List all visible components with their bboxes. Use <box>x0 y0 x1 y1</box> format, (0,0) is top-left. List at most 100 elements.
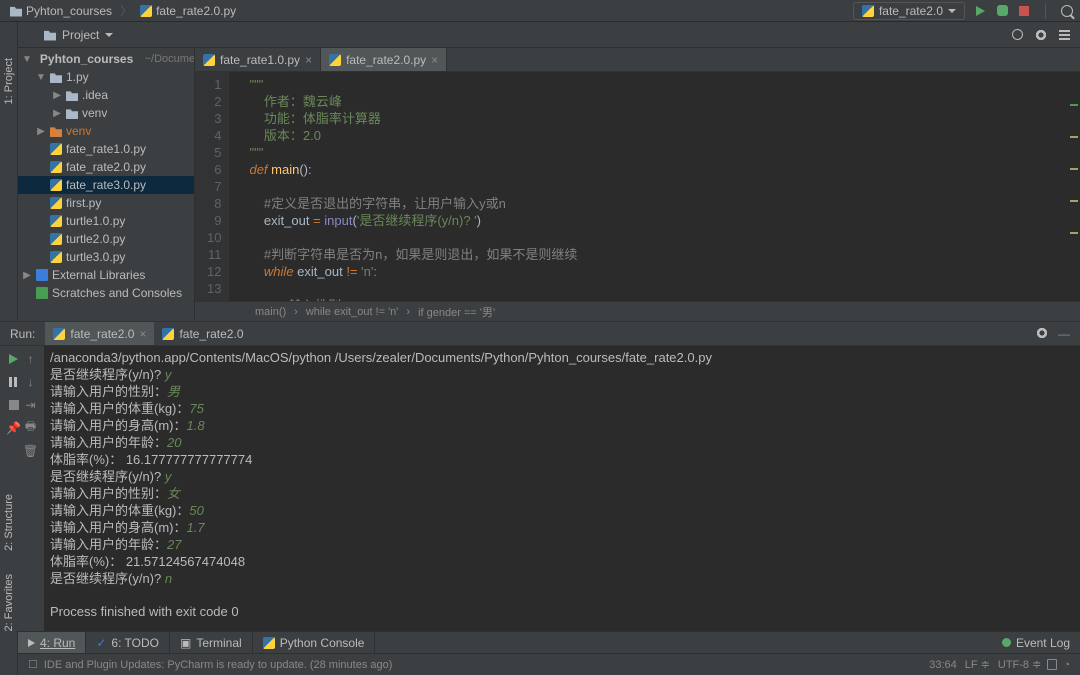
close-icon[interactable]: × <box>139 327 146 341</box>
run-tool-tab[interactable]: 4: Run <box>18 632 86 653</box>
tree-item[interactable]: turtle2.0.py <box>18 230 194 248</box>
run-panel-label: Run: <box>0 327 45 341</box>
status-message[interactable]: IDE and Plugin Updates: PyCharm is ready… <box>44 659 393 671</box>
run-config-selector[interactable]: fate_rate2.0 <box>853 2 965 20</box>
python-console-tool-tab[interactable]: Python Console <box>253 632 376 653</box>
run-button[interactable] <box>973 4 987 18</box>
down-button[interactable]: ↓ <box>24 375 37 388</box>
folder-icon <box>66 107 78 119</box>
tree-item[interactable]: fate_rate1.0.py <box>18 140 194 158</box>
python-icon <box>50 215 62 227</box>
python-icon <box>263 637 275 649</box>
scroll-from-source-icon[interactable] <box>1012 29 1023 40</box>
play-icon <box>28 639 35 647</box>
python-icon <box>50 143 62 155</box>
status-bar: ☐ IDE and Plugin Updates: PyCharm is rea… <box>18 653 1080 675</box>
gear-icon[interactable] <box>1035 29 1047 41</box>
tree-item[interactable]: turtle1.0.py <box>18 212 194 230</box>
tree-external-libs[interactable]: ▶External Libraries <box>18 266 194 284</box>
code-body[interactable]: """ 作者：魏云峰 功能：体脂率计算器 版本：2.0 """ def main… <box>229 72 1080 301</box>
editor-tabs: fate_rate1.0.py× fate_rate2.0.py× <box>195 48 1080 72</box>
project-tool-tab[interactable]: 1: Project <box>2 54 16 108</box>
wrap-button[interactable]: ⇥ <box>24 398 37 411</box>
chevron-down-icon <box>948 9 956 13</box>
tree-item[interactable]: ▼1.py <box>18 68 194 86</box>
pause-button[interactable] <box>7 375 20 388</box>
breadcrumb-project[interactable]: Pyhton_courses <box>6 4 116 18</box>
structure-tool-tab[interactable]: 2: Structure <box>2 490 16 555</box>
rerun-button[interactable] <box>7 352 20 365</box>
tree-item[interactable]: ▶venv <box>18 104 194 122</box>
project-view-dropdown[interactable]: Project <box>36 28 121 42</box>
line-separator[interactable]: LF ≑ <box>965 658 990 671</box>
tree-item[interactable]: fate_rate2.0.py <box>18 158 194 176</box>
python-icon <box>162 328 174 340</box>
python-icon <box>50 233 62 245</box>
folder-icon <box>50 125 62 137</box>
play-icon <box>976 6 985 16</box>
search-everywhere-button[interactable] <box>1060 4 1074 18</box>
tree-item[interactable]: ▶.idea <box>18 86 194 104</box>
gear-icon[interactable] <box>1036 327 1048 339</box>
collapse-all-icon[interactable] <box>1059 34 1070 36</box>
favorites-tool-tab[interactable]: 2: Favorites <box>2 570 16 635</box>
code-breadcrumb[interactable]: main()›while exit_out != 'n'›if gender =… <box>195 301 1080 321</box>
library-icon <box>36 269 48 281</box>
close-icon[interactable]: × <box>305 53 312 67</box>
event-log-button[interactable]: Event Log <box>992 636 1080 650</box>
print-button[interactable]: 🖶 <box>24 421 37 434</box>
trash-button[interactable]: 🗑 <box>24 444 37 457</box>
tree-item[interactable]: turtle3.0.py <box>18 248 194 266</box>
pin-button[interactable]: 📌 <box>7 421 20 434</box>
project-tree[interactable]: ▼Pyhton_courses ~/Documents/ ▼1.py ▶.ide… <box>18 48 195 321</box>
bug-icon <box>997 5 1008 16</box>
folder-icon <box>66 89 78 101</box>
stop-button[interactable] <box>7 398 20 411</box>
error-stripe <box>1070 96 1080 281</box>
lock-icon[interactable] <box>1047 659 1057 670</box>
file-encoding[interactable]: UTF-8 ≑ <box>998 658 1041 671</box>
tree-scratches[interactable]: Scratches and Consoles <box>18 284 194 302</box>
tree-item-selected[interactable]: fate_rate3.0.py <box>18 176 194 194</box>
notification-icon <box>1002 638 1011 647</box>
hide-icon[interactable]: — <box>1058 327 1070 341</box>
run-panel: Run: fate_rate2.0× fate_rate2.0 — 📌 ↑ ↓ … <box>0 321 1080 631</box>
debug-button[interactable] <box>995 4 1009 18</box>
python-icon <box>50 179 62 191</box>
tree-item[interactable]: ▶venv <box>18 122 194 140</box>
chevron-right-icon: 〉 <box>120 2 132 19</box>
editor-tab[interactable]: fate_rate1.0.py× <box>195 48 321 71</box>
python-icon <box>140 5 152 17</box>
left-bottom-gutter: 2: Structure 2: Favorites <box>0 631 18 675</box>
stop-button[interactable] <box>1017 4 1031 18</box>
left-gutter: 1: Project <box>0 48 18 321</box>
close-icon[interactable]: × <box>431 53 438 67</box>
todo-tool-tab[interactable]: ✓6: TODO <box>86 632 170 653</box>
python-icon <box>203 54 215 66</box>
run-tab[interactable]: fate_rate2.0 <box>154 322 251 345</box>
cursor-position[interactable]: 33:64 <box>929 659 957 671</box>
chevron-down-icon <box>105 33 113 37</box>
code-editor[interactable]: 12345678910111213141516 """ 作者：魏云峰 功能：体脂… <box>195 72 1080 301</box>
console-output[interactable]: /anaconda3/python.app/Contents/MacOS/pyt… <box>44 346 1080 631</box>
breadcrumb-file[interactable]: fate_rate2.0.py <box>136 4 240 18</box>
folder-icon <box>50 71 62 83</box>
python-icon <box>329 54 341 66</box>
run-tab-active[interactable]: fate_rate2.0× <box>45 322 154 345</box>
editor-tab-active[interactable]: fate_rate2.0.py× <box>321 48 447 71</box>
line-gutter: 12345678910111213141516 <box>195 72 229 301</box>
tree-item[interactable]: first.py <box>18 194 194 212</box>
tree-root[interactable]: ▼Pyhton_courses ~/Documents/ <box>18 50 194 68</box>
python-icon <box>50 251 62 263</box>
navigation-bar: Pyhton_courses 〉 fate_rate2.0.py fate_ra… <box>0 0 1080 22</box>
breadcrumb: Pyhton_courses 〉 fate_rate2.0.py <box>6 2 240 19</box>
inspector-icon[interactable]: ◔ <box>1063 659 1070 671</box>
search-icon <box>1061 5 1073 17</box>
python-icon <box>50 161 62 173</box>
folder-icon <box>10 5 22 17</box>
up-button[interactable]: ↑ <box>24 352 37 365</box>
python-icon <box>53 328 65 340</box>
terminal-tool-tab[interactable]: ▣Terminal <box>170 632 253 653</box>
python-icon <box>50 197 62 209</box>
stop-icon <box>1019 6 1029 16</box>
